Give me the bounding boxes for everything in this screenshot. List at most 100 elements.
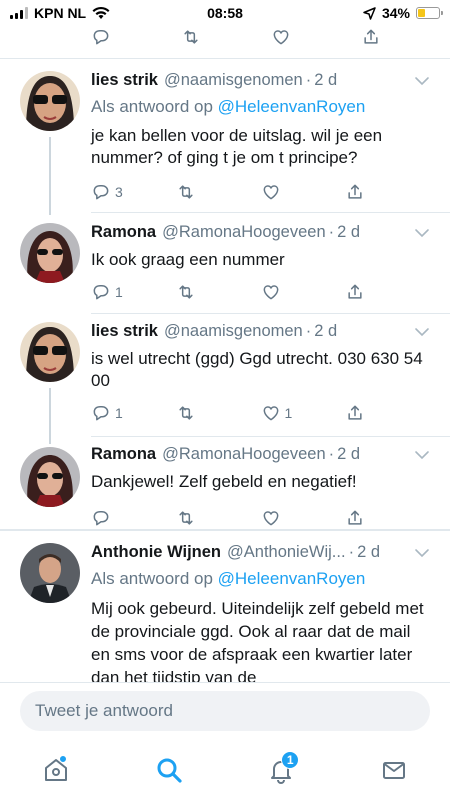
tweet-timestamp: 2 d (314, 71, 338, 89)
share-button[interactable] (361, 27, 450, 47)
retweet-icon (184, 30, 198, 44)
location-arrow-icon (363, 6, 376, 20)
tweet-thread[interactable]: lies strik @naamisgenomen · 2 d Als antw… (0, 26, 450, 682)
tweet-text: Ik ook graag een nummer (91, 250, 285, 269)
tweet-timestamp: 2 d (357, 543, 380, 561)
reply-to-link[interactable]: @HeleenvanRoyen (218, 97, 366, 116)
reply-composer (0, 682, 450, 740)
avatar[interactable] (20, 543, 80, 603)
share-icon (348, 405, 362, 420)
share-icon (364, 29, 378, 44)
tweet[interactable]: Ramona @RamonaHoogeveen · 2 d Ik ook gra… (0, 213, 450, 313)
like-button[interactable]: 1 (261, 403, 346, 423)
like-button[interactable] (261, 508, 346, 528)
tweet-text: Dankjewel! Zelf gebeld en negatief! (91, 472, 357, 491)
retweet-icon (179, 285, 193, 299)
heart-icon (263, 511, 278, 526)
wifi-icon (92, 6, 110, 19)
share-button[interactable] (345, 182, 430, 202)
tab-messages[interactable] (364, 745, 424, 795)
avatar[interactable] (20, 447, 80, 507)
bottom-tab-bar: 1 (0, 740, 450, 800)
reply-button[interactable]: 1 (91, 282, 176, 302)
tweet-author-name[interactable]: Ramona (91, 223, 156, 242)
separator-dot: · (305, 322, 312, 340)
tweet-author-name[interactable]: Ramona (91, 445, 156, 464)
tweet-actions: 3 (91, 179, 430, 205)
like-button[interactable] (261, 182, 346, 202)
tweet-actions: 1 (91, 279, 430, 305)
reply-button[interactable] (91, 508, 176, 528)
search-icon (157, 758, 182, 783)
chevron-down-icon[interactable] (414, 225, 430, 241)
heart-icon (263, 185, 278, 200)
reply-icon (93, 30, 109, 45)
tweet-text: is wel utrecht (ggd) Ggd utrecht. 030 63… (91, 349, 423, 390)
tweet-timestamp: 2 d (337, 445, 361, 463)
reply-count: 1 (115, 405, 123, 421)
tweet-author-handle: @naamisgenomen (163, 71, 303, 89)
signal-icon (10, 7, 28, 19)
tweet-author-name[interactable]: lies strik (91, 322, 158, 341)
mail-icon (382, 762, 405, 779)
retweet-button[interactable] (176, 182, 261, 202)
tweet-author-name[interactable]: lies strik (91, 71, 158, 90)
like-button[interactable] (271, 27, 361, 47)
reply-count: 1 (115, 284, 123, 300)
tweet-text: Mij ook gebeurd. Uiteindelijk zelf gebel… (91, 599, 424, 682)
retweet-button[interactable] (176, 508, 261, 528)
reply-context: Als antwoord op @HeleenvanRoyen (91, 569, 430, 593)
retweet-button[interactable] (176, 282, 261, 302)
tab-search[interactable] (139, 745, 199, 795)
separator-dot: · (305, 71, 312, 89)
like-button[interactable] (261, 282, 346, 302)
status-bar: KPN NL 08:58 34% (0, 0, 450, 26)
heart-icon (263, 406, 278, 421)
retweet-icon (179, 185, 193, 199)
avatar[interactable] (20, 223, 80, 283)
retweet-button[interactable] (181, 27, 271, 47)
reply-prefix: Als antwoord op (91, 569, 213, 588)
share-icon (348, 184, 362, 199)
retweet-button[interactable] (176, 403, 261, 423)
reply-button[interactable]: 3 (91, 182, 176, 202)
separator-dot: · (328, 223, 335, 241)
tweet-author-name[interactable]: Anthonie Wijnen (91, 543, 221, 562)
tweet-actions: 1 1 (91, 400, 430, 426)
avatar[interactable] (20, 322, 80, 382)
heart-icon (263, 285, 278, 300)
reply-icon (93, 285, 109, 300)
reply-prefix: Als antwoord op (91, 97, 213, 116)
retweet-icon (179, 511, 193, 525)
status-left: KPN NL (10, 5, 110, 21)
tweet[interactable]: lies strik @naamisgenomen · 2 d is wel u… (0, 314, 450, 444)
tweet[interactable]: lies strik @naamisgenomen · 2 d Als antw… (0, 59, 450, 215)
heart-icon (273, 30, 289, 45)
reply-to-link[interactable]: @HeleenvanRoyen (218, 569, 366, 588)
battery-icon (416, 7, 443, 19)
reply-button[interactable]: 1 (91, 403, 176, 423)
chevron-down-icon[interactable] (414, 73, 430, 89)
tweet-actions-previous (91, 26, 450, 50)
tweet-timestamp: 2 d (337, 223, 361, 241)
tweet-author-handle: @RamonaHoogeveen (162, 445, 326, 463)
share-button[interactable] (345, 282, 430, 302)
share-icon (348, 284, 362, 299)
thread-line (49, 137, 51, 215)
reply-input[interactable] (20, 691, 430, 731)
avatar[interactable] (20, 71, 80, 131)
share-button[interactable] (345, 403, 430, 423)
chevron-down-icon[interactable] (414, 324, 430, 340)
reply-count: 3 (115, 184, 123, 200)
tab-home[interactable] (26, 745, 86, 795)
tweet-author-handle: @RamonaHoogeveen (162, 223, 326, 241)
tab-notifications[interactable]: 1 (251, 745, 311, 795)
chevron-down-icon[interactable] (414, 545, 430, 561)
tweet-text: je kan bellen voor de uitslag. wil je ee… (91, 126, 383, 167)
share-button[interactable] (345, 508, 430, 528)
share-icon (348, 510, 362, 525)
tweet[interactable]: Anthonie Wijnen @AnthonieWij... · 2 d Al… (0, 531, 450, 682)
thread-line (49, 388, 51, 444)
chevron-down-icon[interactable] (414, 447, 430, 463)
reply-button[interactable] (91, 27, 181, 47)
